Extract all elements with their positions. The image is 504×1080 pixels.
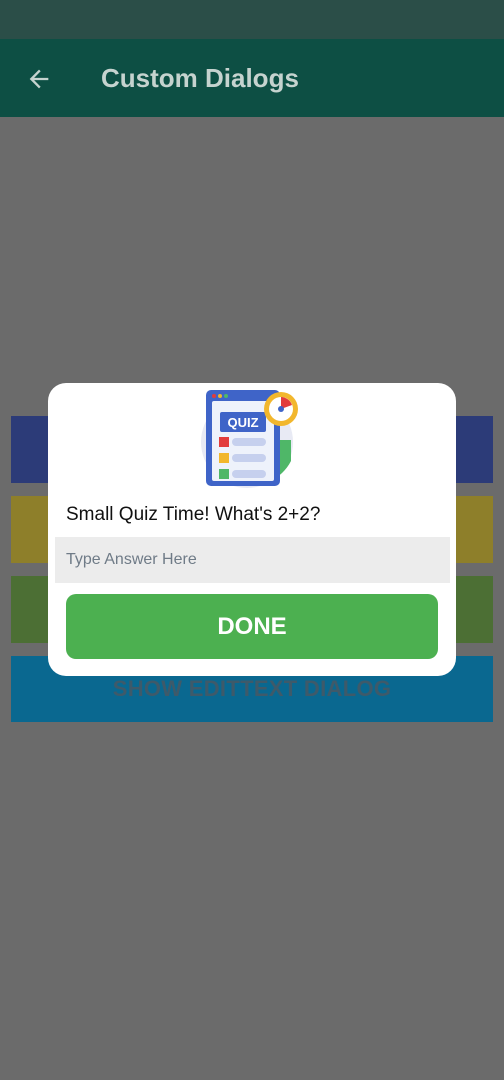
done-button[interactable]: DONE bbox=[66, 594, 438, 659]
page-title: Custom Dialogs bbox=[101, 63, 299, 93]
svg-text:QUIZ: QUIZ bbox=[227, 415, 258, 430]
status-bar bbox=[0, 0, 504, 39]
back-arrow-icon[interactable] bbox=[22, 63, 56, 95]
app-bar: Custom Dialogs bbox=[0, 39, 504, 117]
answer-input[interactable] bbox=[55, 537, 450, 583]
quiz-question: Small Quiz Time! What's 2+2? bbox=[66, 504, 321, 525]
quiz-icon: QUIZ bbox=[201, 390, 298, 488]
